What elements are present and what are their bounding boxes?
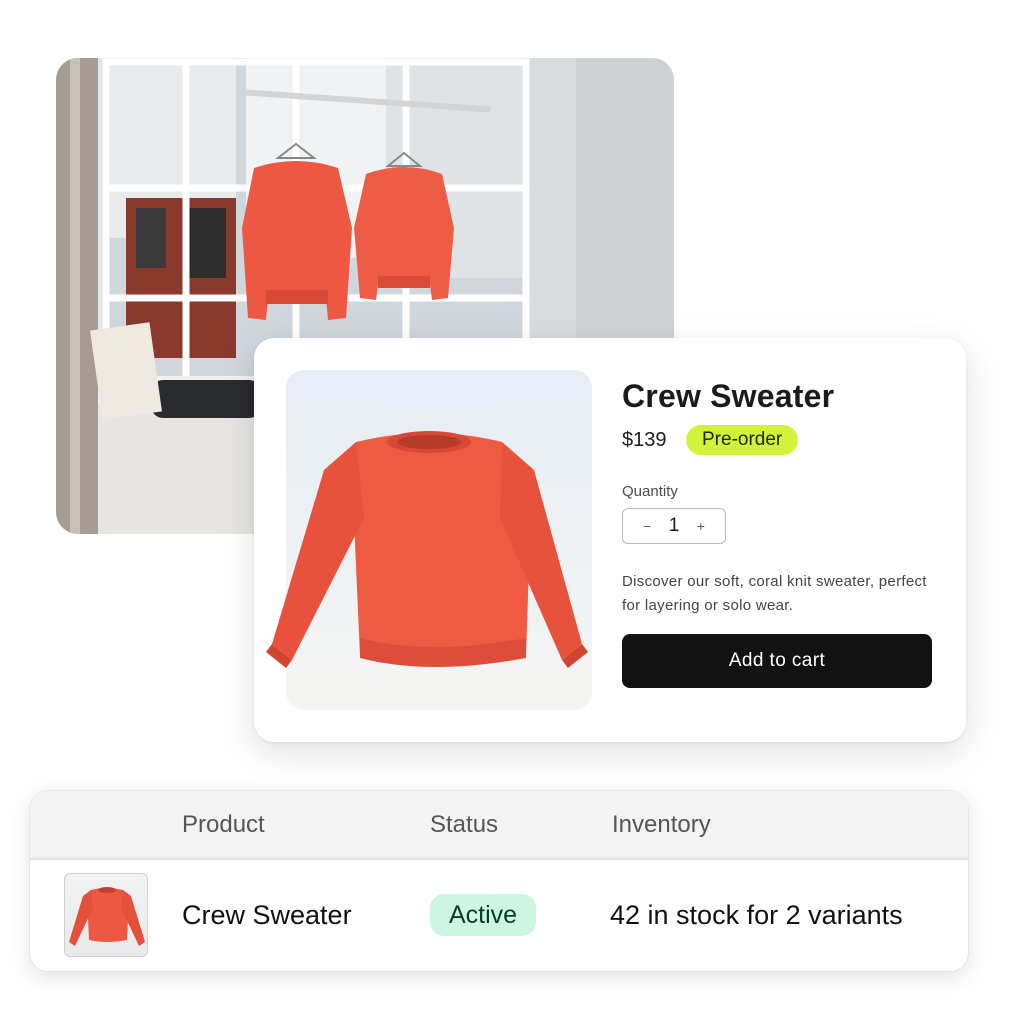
product-image bbox=[266, 370, 592, 710]
table-row[interactable]: Crew Sweater Active 42 in stock for 2 va… bbox=[30, 860, 968, 971]
status-badge: Active bbox=[430, 894, 537, 936]
row-inventory: 42 in stock for 2 variants bbox=[610, 900, 903, 930]
decrement-button[interactable]: − bbox=[643, 518, 651, 534]
product-title: Crew Sweater bbox=[622, 378, 835, 414]
add-to-cart-button[interactable]: Add to cart bbox=[622, 634, 932, 688]
sweater-thumbnail bbox=[69, 887, 145, 946]
product-card: Crew Sweater $139 Pre-order Quantity − 1… bbox=[254, 338, 966, 742]
sweater-image bbox=[266, 431, 588, 668]
table-header: Product Status Inventory bbox=[30, 791, 968, 860]
quantity-value: 1 bbox=[668, 515, 680, 536]
product-price: $139 bbox=[622, 429, 667, 451]
preorder-badge: Pre-order bbox=[686, 425, 799, 455]
product-thumbnail bbox=[64, 873, 148, 957]
header-status: Status bbox=[430, 811, 499, 838]
product-table: Product Status Inventory Crew Sweater Ac… bbox=[30, 791, 968, 971]
product-description: Discover our soft, coral knit sweater, p… bbox=[622, 573, 927, 614]
quantity-stepper[interactable]: − 1 + bbox=[622, 508, 726, 544]
increment-button[interactable]: + bbox=[697, 518, 705, 534]
quantity-label: Quantity bbox=[622, 483, 678, 500]
row-product-name: Crew Sweater bbox=[182, 900, 352, 930]
header-product: Product bbox=[182, 811, 265, 838]
header-inventory: Inventory bbox=[612, 811, 711, 838]
